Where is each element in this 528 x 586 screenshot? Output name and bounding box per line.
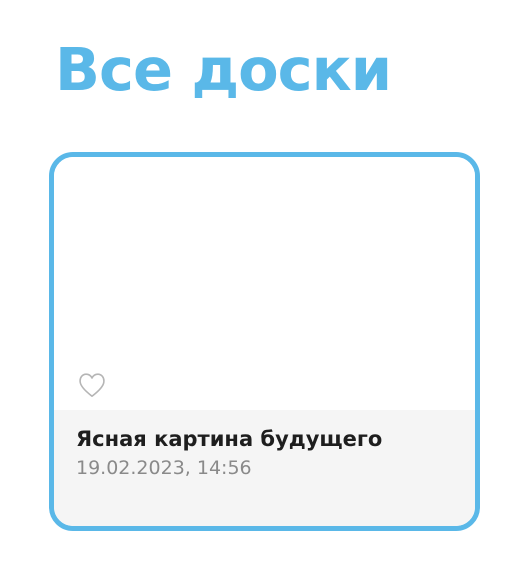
board-date: 19.02.2023, 14:56 <box>76 457 252 479</box>
board-card[interactable]: Ясная картина будущего 19.02.2023, 14:56 <box>49 152 480 531</box>
page-title: Все доски <box>55 35 392 104</box>
heart-icon[interactable] <box>78 372 106 398</box>
board-title: Ясная картина будущего <box>76 427 383 451</box>
board-info[interactable]: Ясная картина будущего 19.02.2023, 14:56 <box>54 410 475 526</box>
board-preview[interactable] <box>54 157 475 410</box>
